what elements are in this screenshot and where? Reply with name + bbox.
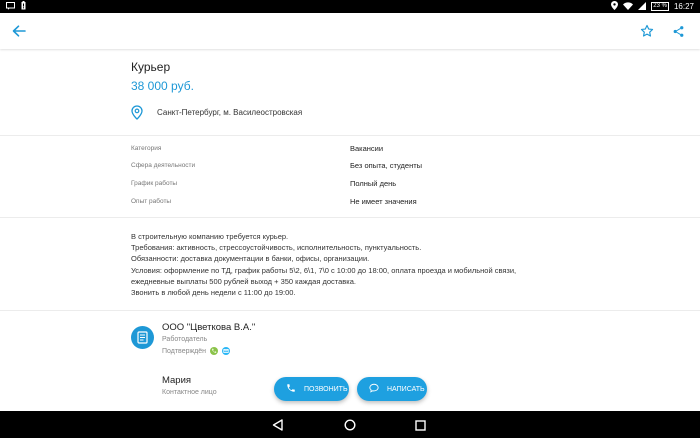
location-pin-icon [131,105,145,121]
location-status-icon [611,1,619,12]
status-bar: 23 % 16:27 [0,0,700,13]
share-icon[interactable] [668,21,688,41]
call-button[interactable]: ПОЗВОНИТЬ [274,377,349,401]
wifi-icon [623,1,634,12]
description-line: ежедневные выплаты 500 рублей выход + 35… [131,276,356,286]
battery-percent: 23 % [651,2,669,11]
status-right: 23 % 16:27 [611,1,694,12]
employer-role: Работодатель [162,336,208,343]
vacancy-content: Курьер 38 000 руб. Санкт-Петербург, м. В… [0,49,700,411]
property-value-sphere: Без опыта, студенты [350,161,423,170]
property-label-sphere: Сфера деятельности [131,162,196,169]
write-button[interactable]: НАПИСАТЬ [357,377,427,401]
description-line: В строительную компанию требуется курьер… [131,232,289,241]
status-time: 16:27 [673,2,694,11]
chat-bubble-icon [369,383,379,395]
message-icon [6,1,15,12]
description-line: Звонить в любой день недели с 11:00 до 1… [131,288,296,298]
toolbar [0,13,700,49]
property-label-experience: Опыт работы [131,198,172,205]
nav-back-icon[interactable] [269,417,285,433]
job-salary: 38 000 руб. [131,79,194,93]
screen: 23 % 16:27 Курьер 38 000 руб. Санкт-Пете… [0,0,700,438]
divider [0,310,700,311]
contact-role: Контактное лицо [162,389,217,396]
signal-icon [638,1,647,12]
write-button-label: НАПИСАТЬ [387,385,425,393]
property-value-schedule: Полный день [350,179,397,188]
employer-document-icon [131,326,154,349]
battery-alert-icon [21,1,26,12]
property-label-category: Категория [131,145,162,152]
verified-label: Подтверждён [162,347,207,355]
property-label-schedule: График работы [131,180,178,187]
contact-name: Мария [162,375,192,386]
divider [0,217,700,218]
description-line: Требования: активность, стрессоустойчиво… [131,243,422,253]
nav-home-icon[interactable] [342,417,358,433]
property-value-experience: Не имеет значения [350,197,417,206]
description-line: Условия: оформление по ТД, график работы… [131,265,517,275]
job-title: Курьер [131,60,171,74]
property-value-category: Вакансии [350,144,384,153]
call-button-label: ПОЗВОНИТЬ [304,385,348,393]
divider [0,135,700,136]
employer-name[interactable]: ООО "Цветкова В.А." [162,322,255,333]
employer-verified: Подтверждён [162,347,231,355]
job-location: Санкт-Петербург, м. Василеостровская [157,108,303,117]
email-verified-icon [222,347,231,355]
status-left [6,1,26,12]
phone-verified-icon [210,347,219,355]
job-description: В строительную компанию требуется курьер… [131,231,516,298]
navigation-bar [0,411,700,438]
phone-icon [286,383,296,395]
arrow-left-icon[interactable] [9,21,29,41]
star-outline-icon[interactable] [637,21,657,41]
nav-recents-icon[interactable] [412,417,428,433]
description-line: Обязанности: доставка документации в бан… [131,254,370,264]
